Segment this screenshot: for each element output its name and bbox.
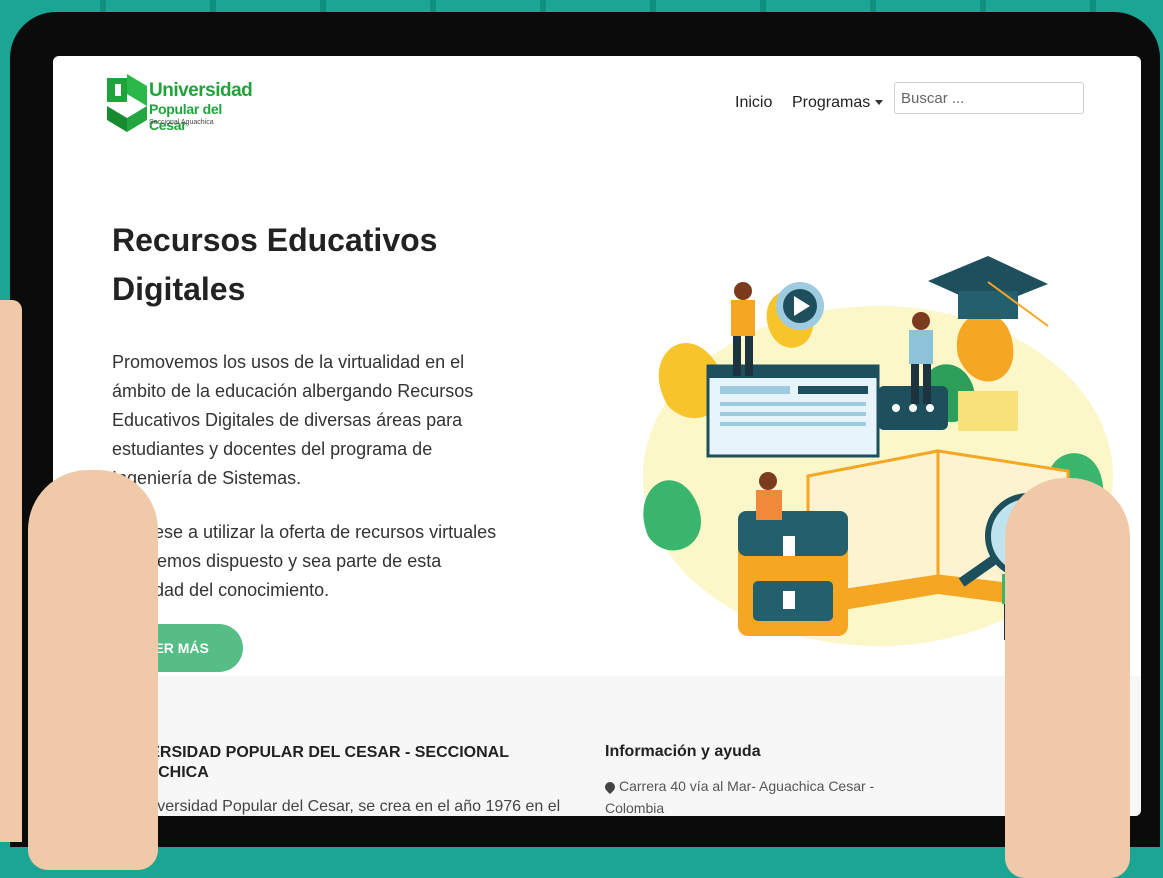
left-hand-edge xyxy=(0,300,22,842)
logo-text: Universidad xyxy=(149,80,253,101)
nav-programas[interactable]: Programas xyxy=(792,94,884,112)
logo-mark-icon xyxy=(107,74,147,132)
nav-programas-label: Programas xyxy=(792,94,871,111)
browser-screen: Universidad Popular del Cesar Seccional … xyxy=(53,56,1141,816)
logo-subtext: Popular del Cesar xyxy=(149,101,222,133)
search-input[interactable] xyxy=(894,82,1084,114)
footer-info-title: Información y ayuda xyxy=(605,743,761,760)
caret-down-icon xyxy=(875,100,884,106)
right-thumb xyxy=(1005,478,1130,878)
hero-paragraph-2: Anímese a utilizar la oferta de recursos… xyxy=(112,522,497,600)
footer-address-text: Carrera 40 vía al Mar- Aguachica Cesar -… xyxy=(605,778,875,816)
footer-address: Carrera 40 vía al Mar- Aguachica Cesar -… xyxy=(602,775,905,816)
nav-inicio[interactable]: Inicio xyxy=(735,94,772,112)
hero-paragraph-1: Promovemos los usos de la virtualidad en… xyxy=(112,352,474,488)
university-logo[interactable]: Universidad Popular del Cesar Seccional … xyxy=(105,72,255,134)
left-thumb xyxy=(28,470,158,870)
footer-university-text: La Universidad Popular del Cesar, se cre… xyxy=(111,798,561,815)
tablet-frame: Universidad Popular del Cesar Seccional … xyxy=(10,12,1160,847)
page-title: Recursos Educativos Digitales xyxy=(112,222,438,307)
footer-university-title: UNIVERSIDAD POPULAR DEL CESAR - SECCIONA… xyxy=(111,744,509,781)
map-marker-icon xyxy=(602,780,618,795)
logo-tagline: Seccional Aguachica xyxy=(149,119,214,126)
site-footer: UNIVERSIDAD POPULAR DEL CESAR - SECCIONA… xyxy=(53,676,1141,816)
